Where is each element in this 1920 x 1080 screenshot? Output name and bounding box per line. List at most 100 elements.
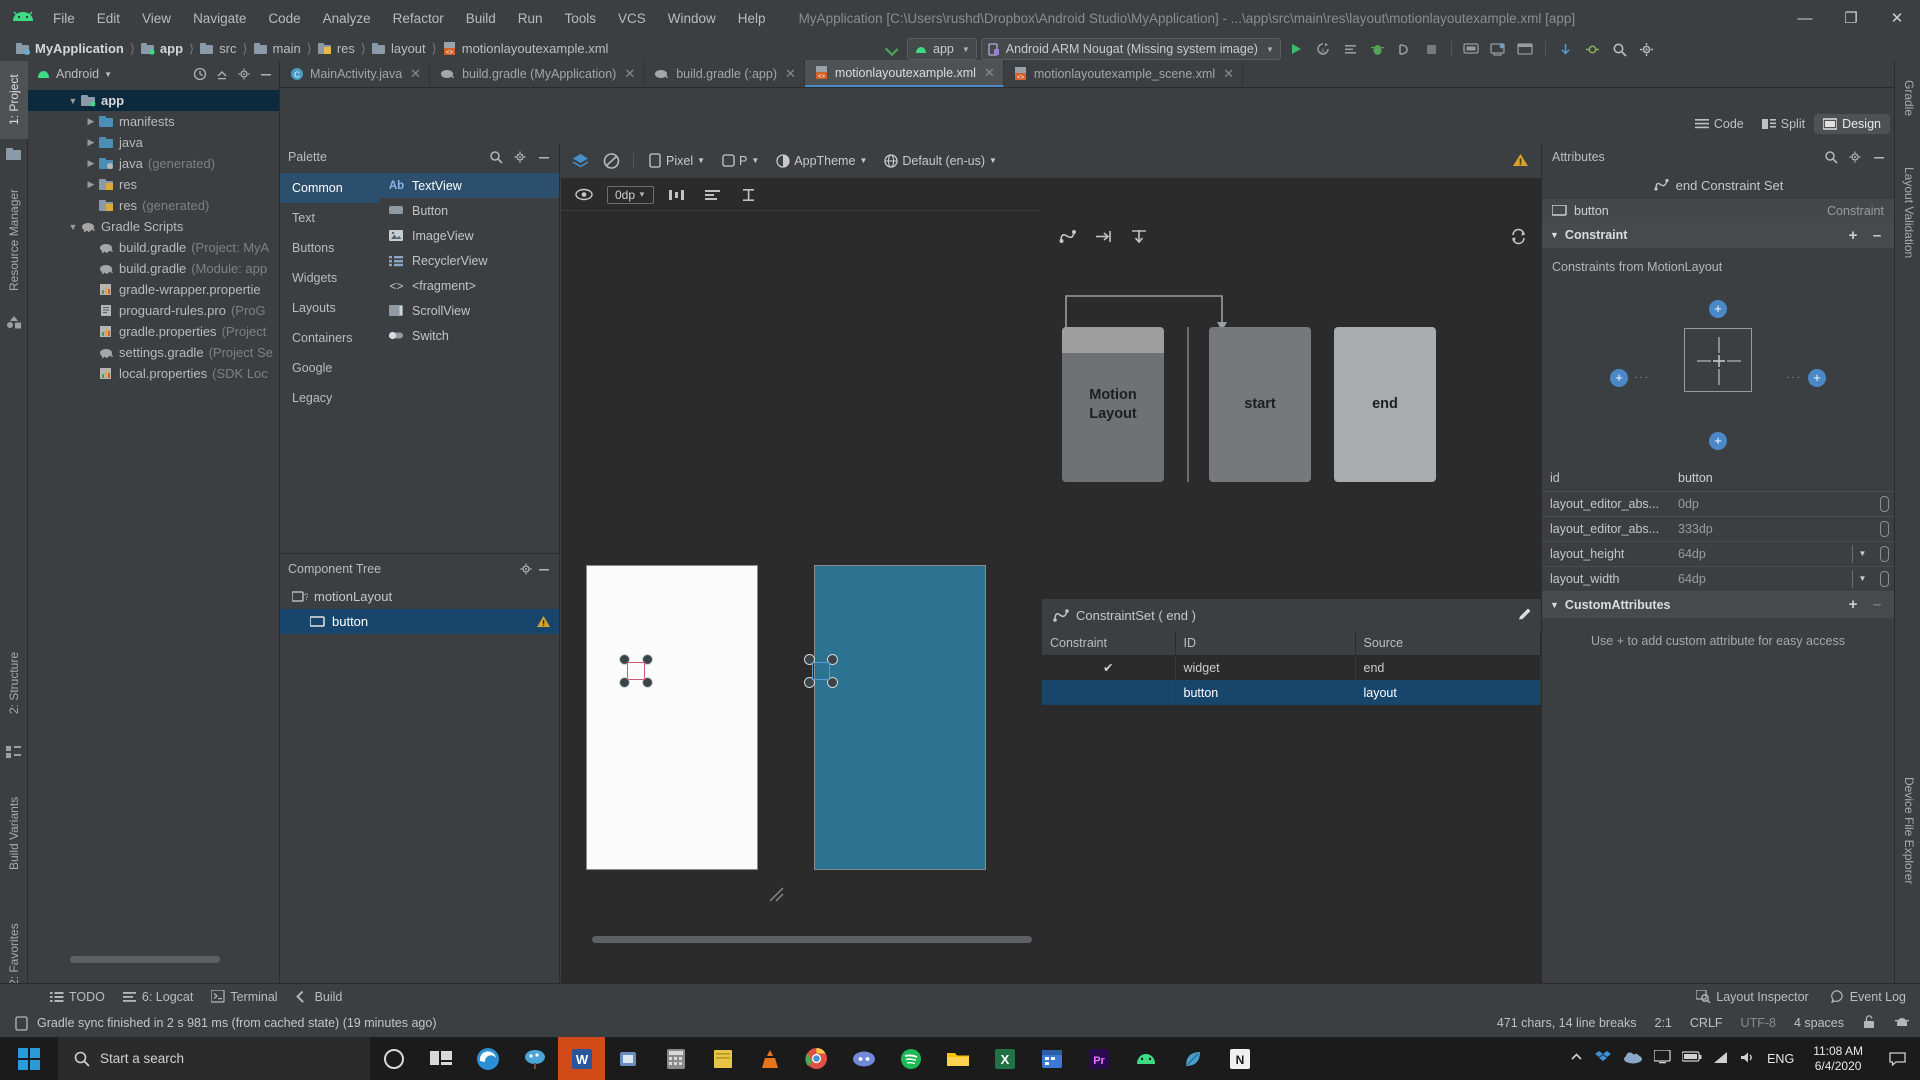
- status-lock-icon[interactable]: [1862, 1014, 1876, 1032]
- expand-arrow-icon[interactable]: ▶: [84, 158, 98, 169]
- constraint-add-right-button[interactable]: +: [1808, 369, 1826, 387]
- module-select[interactable]: app ▼: [907, 38, 977, 60]
- canvas-resize-handle[interactable]: [766, 883, 788, 905]
- menu-item-view[interactable]: View: [131, 7, 182, 30]
- project-settings-gear-icon[interactable]: [235, 65, 253, 83]
- attribute-row-id[interactable]: id button: [1542, 466, 1894, 492]
- tray-dropbox-icon[interactable]: [1594, 1049, 1612, 1068]
- taskbar-excel-icon[interactable]: X: [981, 1037, 1028, 1080]
- taskbar-calendar-icon[interactable]: [1028, 1037, 1075, 1080]
- tree-row-gradle-properties[interactable]: gradle.properties (Project: [28, 321, 279, 342]
- palette-item-recyclerview[interactable]: RecyclerView: [380, 248, 559, 273]
- close-icon[interactable]: ✕: [410, 66, 421, 82]
- tool-window-build-variants[interactable]: Build Variants: [0, 773, 28, 893]
- palette-category-text[interactable]: Text: [280, 203, 380, 233]
- close-icon[interactable]: ✕: [624, 66, 635, 82]
- taskbar-task-view-icon[interactable]: [417, 1037, 464, 1080]
- palette-item-imageview[interactable]: ImageView: [380, 223, 559, 248]
- chevron-down-icon[interactable]: ▼: [1550, 230, 1559, 240]
- run-button[interactable]: [1285, 38, 1308, 60]
- search-everywhere-icon[interactable]: [1608, 38, 1631, 60]
- tool-window-resource-manager[interactable]: Resource Manager: [0, 173, 28, 307]
- attribute-value[interactable]: button: [1670, 466, 1894, 492]
- tree-row-res-generated[interactable]: res (generated): [28, 195, 279, 216]
- edit-pencil-icon[interactable]: [1516, 606, 1533, 626]
- align-icon[interactable]: [700, 182, 726, 208]
- attribute-value[interactable]: 64dp ▼: [1670, 541, 1894, 567]
- attributes-settings-gear-icon[interactable]: [1846, 148, 1864, 166]
- default-margin-value[interactable]: 0dp ▼: [607, 185, 654, 204]
- tree-row-build-gradle-module[interactable]: build.gradle (Module: app: [28, 258, 279, 279]
- view-options-eye-icon[interactable]: [571, 182, 597, 208]
- menu-item-code[interactable]: Code: [257, 7, 311, 30]
- palette-hide-icon[interactable]: [535, 148, 553, 166]
- taskbar-paint3d-icon[interactable]: [511, 1037, 558, 1080]
- breadcrumb-item-app[interactable]: app: [140, 41, 183, 56]
- tray-battery-icon[interactable]: [1681, 1051, 1702, 1066]
- tray-volume-icon[interactable]: [1740, 1051, 1756, 1067]
- taskbar-cortana-icon[interactable]: [370, 1037, 417, 1080]
- menu-item-refactor[interactable]: Refactor: [382, 7, 455, 30]
- motion-layout-box[interactable]: Motion Layout: [1062, 327, 1164, 482]
- menu-item-run[interactable]: Run: [507, 7, 554, 30]
- chevron-down-icon[interactable]: ▼: [1852, 544, 1872, 563]
- breadcrumb-item-layout[interactable]: layout: [371, 41, 426, 56]
- canvas-hscrollbar[interactable]: [592, 936, 1032, 943]
- constraint-add-top-button[interactable]: +: [1709, 300, 1727, 318]
- tree-row-java[interactable]: ▶ java: [28, 132, 279, 153]
- tray-network-icon[interactable]: [1713, 1051, 1729, 1067]
- column-header-constraint[interactable]: Constraint: [1042, 631, 1176, 656]
- layers-icon[interactable]: [567, 148, 593, 174]
- create-on-swipe-icon[interactable]: [1128, 225, 1150, 247]
- taskbar-android-studio-icon[interactable]: [1122, 1037, 1169, 1080]
- palette-item-fragment[interactable]: <> <fragment>: [380, 273, 559, 298]
- start-constraint-set-box[interactable]: start: [1209, 327, 1311, 482]
- structure-icon[interactable]: [6, 745, 22, 761]
- notification-center-icon[interactable]: [1882, 1037, 1912, 1080]
- tool-window-device-file-explorer[interactable]: Device File Explorer: [1895, 751, 1920, 911]
- attribute-row-abs-x[interactable]: layout_editor_abs... 0dp: [1542, 491, 1894, 517]
- table-row[interactable]: ✔ widget end: [1042, 655, 1541, 680]
- tray-onedrive-icon[interactable]: [1623, 1050, 1643, 1067]
- tray-expand-icon[interactable]: [1570, 1051, 1583, 1067]
- table-row[interactable]: button layout: [1042, 680, 1541, 705]
- sdk-manager-icon[interactable]: [1487, 38, 1510, 60]
- preview-end-frame[interactable]: [815, 566, 985, 869]
- editor-tab-motionlayoutexample[interactable]: <> motionlayoutexample.xml ✕: [804, 60, 1004, 87]
- menu-item-file[interactable]: File: [42, 7, 86, 30]
- tree-row-gradle-scripts[interactable]: ▼ Gradle Scripts: [28, 216, 279, 237]
- end-constraint-set-box[interactable]: end: [1334, 327, 1436, 482]
- apply-code-changes-icon[interactable]: [1339, 38, 1362, 60]
- constraint-widget-box[interactable]: [1684, 328, 1752, 392]
- menu-item-edit[interactable]: Edit: [86, 7, 131, 30]
- hide-panel-icon[interactable]: [257, 65, 275, 83]
- constraint-widget-diagram[interactable]: + + + + ··· ···: [1542, 286, 1894, 466]
- editor-tab-build-gradle-app[interactable]: build.gradle (:app) ✕: [644, 60, 805, 87]
- stop-icon[interactable]: [1420, 38, 1443, 60]
- vcs-commit-icon[interactable]: [1581, 38, 1604, 60]
- chevron-down-icon[interactable]: ▼: [1550, 600, 1559, 610]
- expand-arrow-icon[interactable]: ▼: [66, 96, 80, 106]
- palette-item-textview[interactable]: Ab TextView: [380, 173, 559, 198]
- taskbar-edge-icon[interactable]: [464, 1037, 511, 1080]
- remove-constraint-button[interactable]: –: [1868, 227, 1886, 244]
- bottom-tab-layout-inspector[interactable]: Layout Inspector: [1696, 990, 1809, 1004]
- guideline-icon[interactable]: [736, 182, 762, 208]
- taskbar-chrome-icon[interactable]: [793, 1037, 840, 1080]
- project-view-select[interactable]: Android ▼: [36, 67, 187, 81]
- attribute-value[interactable]: 64dp ▼: [1670, 566, 1894, 592]
- device-select[interactable]: Android ARM Nougat (Missing system image…: [980, 38, 1281, 60]
- expand-arrow-icon[interactable]: ▼: [66, 222, 80, 232]
- chevron-down-icon[interactable]: ▼: [1852, 569, 1872, 588]
- tree-row-manifests[interactable]: ▶ manifests: [28, 111, 279, 132]
- component-tree-hide-icon[interactable]: [535, 560, 553, 578]
- attribute-row-abs-y[interactable]: layout_editor_abs... 333dp: [1542, 516, 1894, 542]
- bottom-tab-event-log[interactable]: Event Log: [1830, 990, 1906, 1004]
- remove-custom-attribute-button[interactable]: –: [1868, 596, 1886, 613]
- tree-row-proguard-rules[interactable]: proguard-rules.pro (ProG: [28, 300, 279, 321]
- close-icon[interactable]: ✕: [984, 65, 995, 81]
- add-constraint-button[interactable]: +: [1844, 227, 1862, 244]
- status-indent[interactable]: 4 spaces: [1794, 1016, 1844, 1030]
- breadcrumb-item-file[interactable]: <> motionlayoutexample.xml: [443, 41, 608, 56]
- attributes-search-icon[interactable]: [1822, 148, 1840, 166]
